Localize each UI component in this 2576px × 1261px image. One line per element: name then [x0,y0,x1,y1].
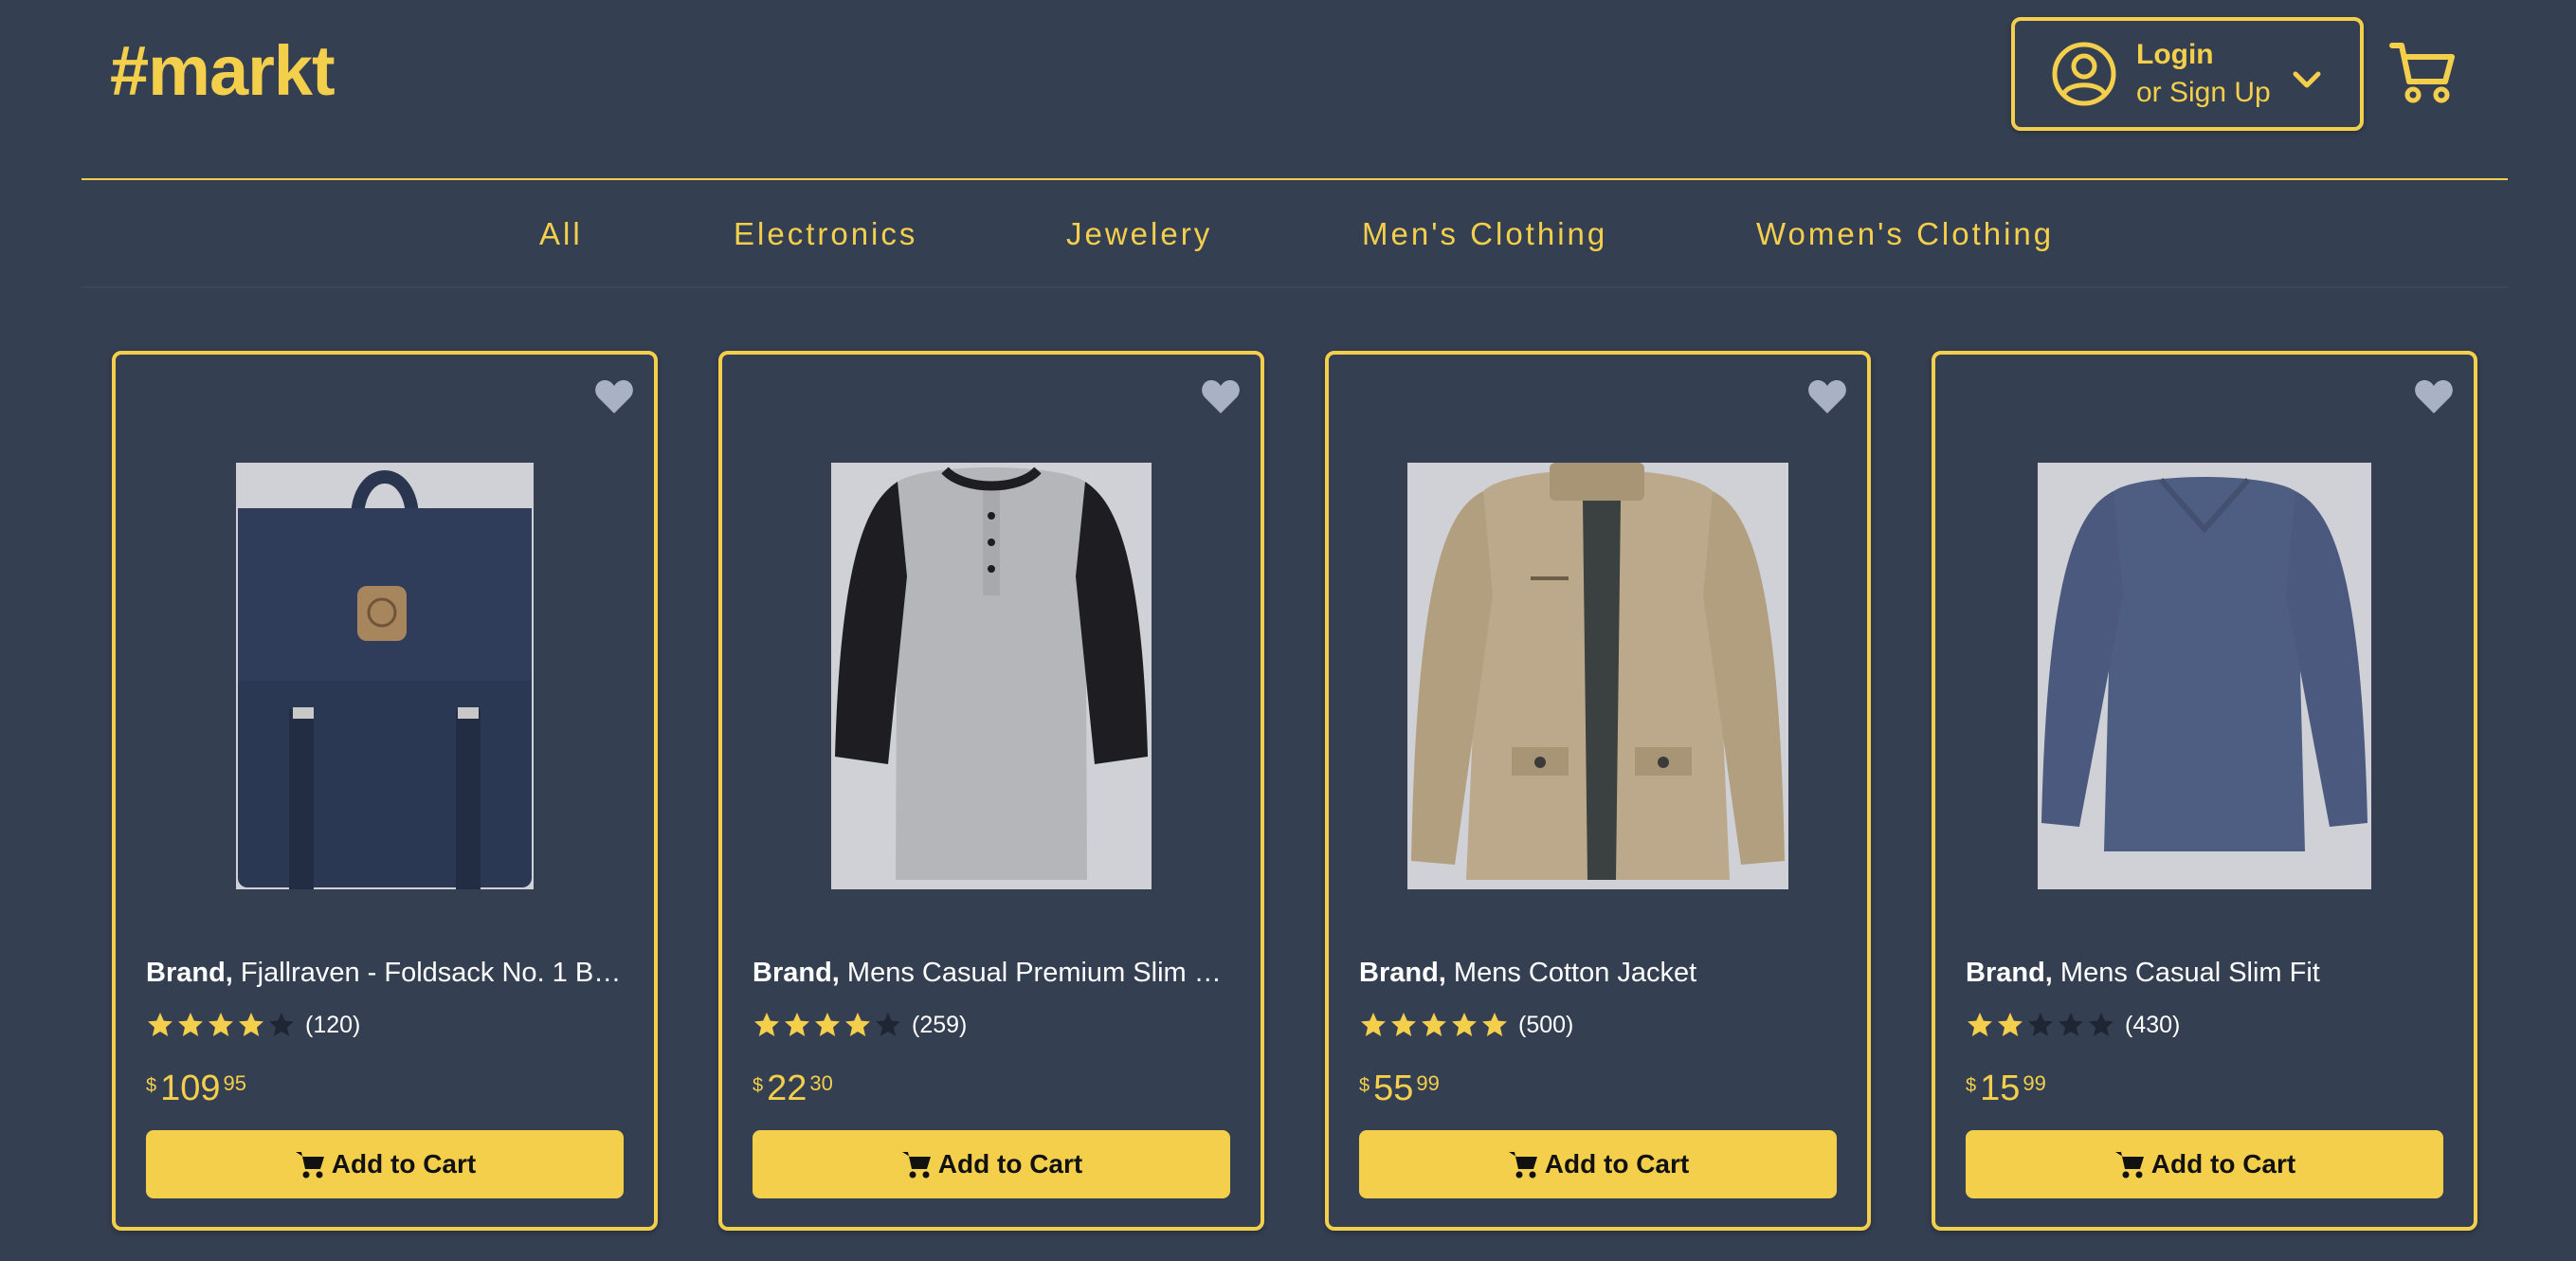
heart-icon[interactable] [1806,377,1848,415]
price-currency: $ [1359,1075,1370,1096]
rating: (120) [146,1011,360,1039]
product-card[interactable]: Brand, Mens Casual Slim Fit (430) $ 15 9… [1932,351,2477,1231]
category-mens-clothing[interactable]: Men's Clothing [1362,216,1607,252]
chevron-down-icon [2293,71,2321,88]
add-to-cart-button[interactable]: Add to Cart [146,1130,624,1198]
add-to-cart-button[interactable]: Add to Cart [1359,1130,1837,1198]
star-icon [239,1013,263,1036]
price-whole: 22 [767,1069,807,1108]
heart-icon[interactable] [1200,377,1242,415]
product-image-backpack[interactable] [236,463,534,889]
category-electronics[interactable]: Electronics [734,216,917,252]
rating: (259) [753,1011,967,1039]
star-icon [148,1013,172,1036]
cart-small-icon [901,1152,931,1179]
star-icon [2089,1013,2113,1036]
star-icon [2059,1013,2083,1036]
price-currency: $ [753,1075,764,1096]
user-icon [2052,42,2116,106]
login-dropdown[interactable]: Login or Sign Up [2011,17,2364,131]
star-icon [754,1013,779,1036]
star-icon [178,1013,203,1036]
price-whole: 109 [160,1069,221,1108]
star-icon [876,1013,900,1036]
star-icon [269,1013,294,1036]
cart-small-icon [1508,1152,1537,1179]
cart-small-icon [2114,1152,2144,1179]
product-brand: Brand, [1966,958,2053,988]
product-title[interactable]: Brand, Fjallraven - Foldsack No. 1 Backp… [146,958,622,989]
product-brand: Brand, [146,958,233,988]
add-to-cart-button[interactable]: Add to Cart [1966,1130,2443,1198]
star-icon [1391,1013,1416,1036]
star-icon [815,1013,840,1036]
add-to-cart-label: Add to Cart [2150,1149,2296,1179]
rating-count: (500) [1518,1011,1574,1038]
product-card[interactable]: Brand, Mens Casual Premium Slim Fit T-Sh… [718,351,1264,1231]
star-icon [1422,1013,1446,1036]
product-brand: Brand, [1359,958,1446,988]
rating: (500) [1359,1011,1573,1039]
star-icon [2028,1013,2053,1036]
cart-icon[interactable] [2388,38,2457,106]
add-to-cart-label: Add to Cart [1544,1149,1690,1179]
add-to-cart-label: Add to Cart [331,1149,477,1179]
product-card[interactable]: Brand, Mens Cotton Jacket (500) $ 55 99 … [1325,351,1871,1231]
star-icon [845,1013,870,1036]
star-icon [1361,1013,1386,1036]
product-image-jacket[interactable] [1407,463,1788,889]
price-cents: 99 [1416,1071,1440,1095]
price-cents: 99 [2023,1071,2046,1095]
product-name: Mens Cotton Jacket [1453,958,1697,988]
product-name: Mens Casual Premium Slim Fit T-Shirts [846,958,1228,988]
add-to-cart-button[interactable]: Add to Cart [753,1130,1230,1198]
product-title[interactable]: Brand, Mens Casual Slim Fit [1966,958,2441,989]
price: $ 22 30 [753,1069,833,1107]
product-name: Fjallraven - Foldsack No. 1 Backpack, Fi… [240,958,622,988]
star-icon [209,1013,233,1036]
price-currency: $ [146,1075,157,1096]
product-image-raglan-shirt[interactable] [831,463,1152,889]
price-whole: 15 [1980,1069,2021,1108]
rating-count: (259) [912,1011,968,1038]
product-brand: Brand, [753,958,840,988]
cart-small-icon [295,1152,324,1179]
price-whole: 55 [1373,1069,1414,1108]
rating-count: (120) [305,1011,361,1038]
price: $ 55 99 [1359,1069,1440,1107]
add-to-cart-label: Add to Cart [937,1149,1083,1179]
product-name: Mens Casual Slim Fit [2059,958,2320,988]
price: $ 109 95 [146,1069,246,1107]
logo[interactable]: #markt [110,30,336,111]
signup-label: or Sign Up [2136,77,2271,108]
rating: (430) [1966,1011,2180,1039]
product-title[interactable]: Brand, Mens Casual Premium Slim Fit T-Sh… [753,958,1228,989]
heart-icon[interactable] [2413,377,2455,415]
category-nav: All Electronics Jewelery Men's Clothing … [82,180,2508,288]
product-image-long-sleeve-shirt[interactable] [2038,463,2371,889]
rating-count: (430) [2125,1011,2181,1038]
star-icon [1968,1013,1992,1036]
price: $ 15 99 [1966,1069,2046,1107]
price-cents: 95 [223,1071,247,1095]
login-label: Login [2136,39,2214,70]
star-icon [1998,1013,2023,1036]
star-icon [1452,1013,1477,1036]
category-jewelery[interactable]: Jewelery [1066,216,1212,252]
category-womens-clothing[interactable]: Women's Clothing [1756,216,2054,252]
price-currency: $ [1966,1075,1977,1096]
price-cents: 30 [809,1071,833,1095]
product-card[interactable]: Brand, Fjallraven - Foldsack No. 1 Backp… [112,351,658,1231]
star-icon [785,1013,809,1036]
category-all[interactable]: All [539,216,583,252]
product-title[interactable]: Brand, Mens Cotton Jacket [1359,958,1835,989]
heart-icon[interactable] [593,377,635,415]
star-icon [1482,1013,1507,1036]
